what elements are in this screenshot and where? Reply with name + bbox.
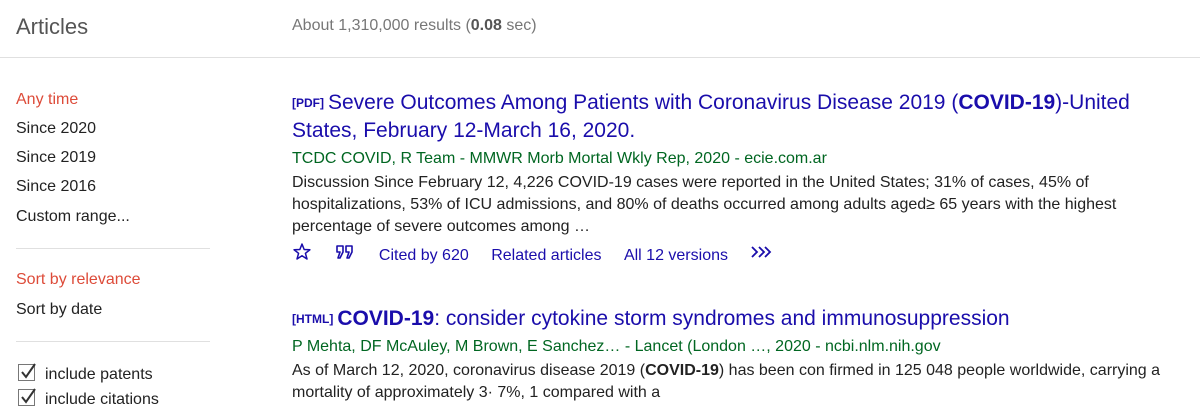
sort-by-relevance[interactable]: Sort by relevance <box>16 271 141 289</box>
checkbox-checked-icon[interactable] <box>18 363 36 381</box>
snippet-bold: COVID-19 <box>645 362 719 379</box>
snippet-text: As of March 12, 2020, coronavirus diseas… <box>292 362 646 379</box>
sidebar-divider <box>16 341 210 342</box>
result-format-tag[interactable]: [PDF] <box>292 96 324 110</box>
title-text: Severe Outcomes Among Patients with Coro… <box>328 91 959 114</box>
result-title-link[interactable]: COVID-19: consider cytokine storm syndro… <box>337 307 1009 330</box>
include-patents-label: include patents <box>45 366 153 383</box>
result-item: [PDF] Severe Outcomes Among Patients with… <box>292 89 1172 269</box>
result-meta: P Mehta, DF McAuley, M Brown, E Sanchez…… <box>292 338 941 355</box>
filter-since-2019[interactable]: Since 2019 <box>16 149 96 167</box>
filter-any-time[interactable]: Any time <box>16 91 78 109</box>
stats-time: 0.08 <box>470 17 502 34</box>
star-icon[interactable] <box>292 242 312 269</box>
sort-by-date[interactable]: Sort by date <box>16 301 102 319</box>
page-title: Articles <box>16 14 89 39</box>
result-item: [HTML] COVID-19: consider cytokine storm … <box>292 305 1172 404</box>
cited-by-link[interactable]: Cited by 620 <box>379 245 469 267</box>
filter-since-2016[interactable]: Since 2016 <box>16 178 96 196</box>
result-meta: TCDC COVID, R Team - MMWR Morb Mortal Wk… <box>292 150 827 167</box>
result-actions: Cited by 620 Related articles All 12 ver… <box>292 242 1172 269</box>
title-bold: COVID-19 <box>958 91 1056 114</box>
filter-custom-range[interactable]: Custom range... <box>16 208 130 226</box>
sidebar-divider <box>16 248 210 249</box>
result-title-link[interactable]: Severe Outcomes Among Patients with Coro… <box>292 91 1130 142</box>
result-title: [PDF] Severe Outcomes Among Patients with… <box>292 89 1172 145</box>
all-versions-link[interactable]: All 12 versions <box>624 245 728 267</box>
stats-prefix: About 1,310,000 results ( <box>292 17 471 34</box>
result-snippet: Discussion Since February 12, 4,226 COVI… <box>292 174 1117 235</box>
include-patents-checkbox[interactable]: include patents <box>18 363 153 384</box>
sidebar: Any time Since 2020 Since 2019 Since 201… <box>0 57 230 408</box>
result-title: [HTML] COVID-19: consider cytokine storm … <box>292 305 1172 333</box>
checkbox-checked-icon[interactable] <box>18 388 36 406</box>
top-bar: Articles About 1,310,000 results (0.08 s… <box>0 0 1200 58</box>
include-citations-checkbox[interactable]: include citations <box>18 388 159 409</box>
related-articles-link[interactable]: Related articles <box>491 245 601 267</box>
quote-icon[interactable] <box>334 242 356 269</box>
stats-suffix: sec) <box>501 17 537 34</box>
filter-since-2020[interactable]: Since 2020 <box>16 120 96 138</box>
title-bold: COVID-19 <box>337 307 435 330</box>
results-stats: About 1,310,000 results (0.08 sec) <box>292 17 537 35</box>
result-snippet: As of March 12, 2020, coronavirus diseas… <box>292 360 1172 404</box>
title-text: : consider cytokine storm syndromes and … <box>434 307 1010 330</box>
result-format-tag[interactable]: [HTML] <box>292 312 333 326</box>
more-icon[interactable] <box>750 244 774 267</box>
